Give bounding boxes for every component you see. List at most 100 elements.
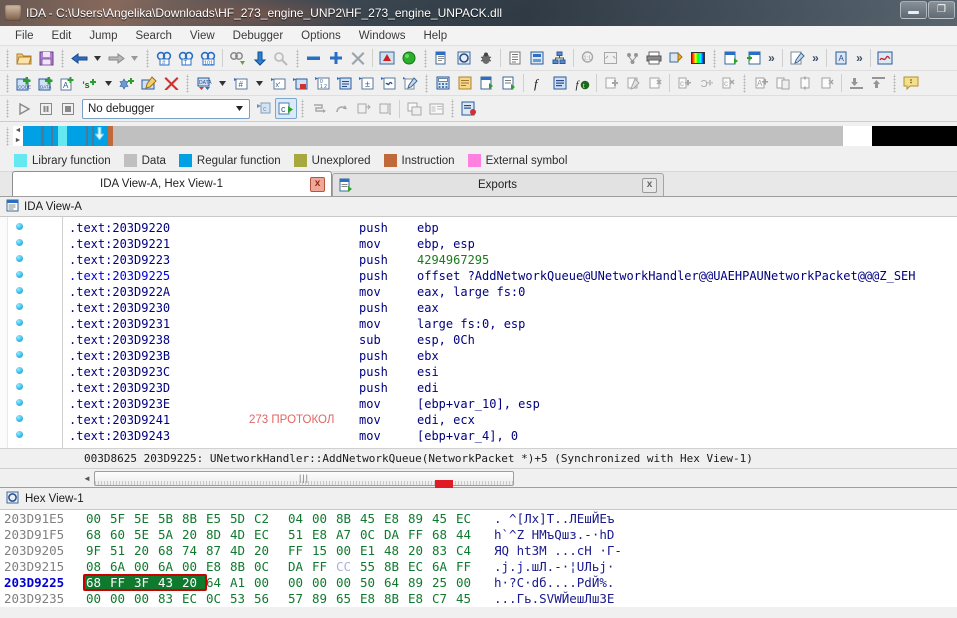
- hex-byte[interactable]: 6A: [158, 559, 182, 575]
- hex-byte[interactable]: FF: [288, 543, 312, 559]
- hex-row[interactable]: 203D91E5 00 5F 5E 5B 8B E5 5D C2 04 00 8…: [0, 511, 957, 527]
- hex-byte[interactable]: 65: [336, 591, 360, 607]
- signatures-icon[interactable]: [874, 48, 896, 69]
- debugger-select[interactable]: No debugger: [82, 98, 250, 119]
- remove-chart-icon[interactable]: c: [717, 73, 739, 94]
- navigation-band[interactable]: ◄ ►: [13, 126, 957, 146]
- step-over-icon[interactable]: [330, 98, 352, 119]
- menu-item-options[interactable]: Options: [292, 28, 350, 44]
- manual-operand-icon[interactable]: [399, 73, 421, 94]
- instruction-dot[interactable]: [16, 367, 23, 374]
- hex-byte[interactable]: 83: [432, 543, 456, 559]
- function-list-icon[interactable]: [549, 73, 571, 94]
- hex-byte[interactable]: FF: [456, 559, 480, 575]
- expand-all-icon[interactable]: [867, 73, 889, 94]
- hex-byte[interactable]: EC: [456, 511, 480, 527]
- menu-item-search[interactable]: Search: [126, 28, 180, 44]
- hex-byte[interactable]: 08: [86, 559, 110, 575]
- hex-byte[interactable]: 89: [312, 591, 336, 607]
- hex-byte[interactable]: FF: [408, 527, 432, 543]
- hex-byte[interactable]: 00: [182, 559, 206, 575]
- instruction-dot[interactable]: [16, 319, 23, 326]
- disassembly-row[interactable]: .text:203D9231 mov large fs:0, esp: [63, 316, 957, 332]
- hex-byte[interactable]: 55: [360, 559, 384, 575]
- debugger-options-icon[interactable]: [425, 98, 447, 119]
- disassembly-row-current[interactable]: .text:203D9225 push offset ?AddNetworkQu…: [63, 268, 957, 284]
- tab-ida-view-a-hex-view-1[interactable]: IDA View-A, Hex View-1 x: [12, 171, 332, 196]
- hex-byte[interactable]: EC: [182, 591, 206, 607]
- toolbar-overflow-2[interactable]: »: [808, 48, 823, 69]
- hex-byte[interactable]: 50: [360, 575, 384, 591]
- function-tool-icon[interactable]: ft: [571, 73, 593, 94]
- make-struct-icon[interactable]: [116, 73, 138, 94]
- instruction-dot[interactable]: [16, 239, 23, 246]
- add-breakpoint-icon[interactable]: [600, 73, 622, 94]
- hex-bytes[interactable]: 00 5F 5E 5B 8B E5 5D C2 04 00 8B 45 E8 8…: [86, 511, 480, 527]
- hex-byte[interactable]: 00: [288, 575, 312, 591]
- negate-icon[interactable]: [377, 73, 399, 94]
- navband-arrows[interactable]: ◄ ►: [13, 126, 23, 146]
- debug-settings-icon[interactable]: [458, 98, 480, 119]
- notepad-icon[interactable]: [454, 73, 476, 94]
- instruction-dot[interactable]: [16, 223, 23, 230]
- search-text-icon[interactable]: T: [175, 48, 197, 69]
- hex-byte[interactable]: E8: [408, 591, 432, 607]
- hex-byte[interactable]: 00: [336, 543, 360, 559]
- hex-byte[interactable]: 5E: [134, 511, 158, 527]
- hex-byte[interactable]: 00: [134, 559, 158, 575]
- options-icon[interactable]: [665, 48, 687, 69]
- disassembly-row[interactable]: .text:203D9230 push eax: [63, 300, 957, 316]
- hex-byte[interactable]: 25: [432, 575, 456, 591]
- hex-bytes[interactable]: 00 00 00 83 EC 0C 53 56 57 89 65 E8 8B E…: [86, 591, 480, 607]
- instruction-dot[interactable]: [16, 255, 23, 262]
- undefine-red-icon[interactable]: [160, 73, 182, 94]
- hex-byte[interactable]: 0C: [254, 559, 278, 575]
- toolbar-grip-views[interactable]: [423, 48, 428, 68]
- instruction-dot[interactable]: [16, 383, 23, 390]
- hex-byte[interactable]: 5F: [110, 511, 134, 527]
- sign-toggle-icon[interactable]: ±: [355, 73, 377, 94]
- hex-byte[interactable]: DA: [288, 559, 312, 575]
- disassembly-row[interactable]: .text:203D9221 mov ebp, esp: [63, 236, 957, 252]
- toolbar-grip-search[interactable]: [145, 48, 150, 68]
- hex-byte-selected[interactable]: FF: [110, 575, 134, 591]
- instruction-dot[interactable]: [16, 303, 23, 310]
- hex-bytes[interactable]: 68 60 5E 5A 20 8D 4D EC 51 E8 A7 0C DA F…: [86, 527, 480, 543]
- export-list-icon[interactable]: [498, 73, 520, 94]
- delete-breakpoint-icon[interactable]: [644, 73, 666, 94]
- open-file-icon[interactable]: [13, 48, 35, 69]
- disassembly-row[interactable]: .text:203D9238 sub esp, 0Ch: [63, 332, 957, 348]
- hex-row-current[interactable]: 203D9225 68 FF 3F 43 20 64 A1 00 00 00 0…: [0, 574, 957, 591]
- minimize-button[interactable]: [900, 1, 927, 19]
- hex-byte[interactable]: 0C: [206, 591, 230, 607]
- disassembly-row[interactable]: .text:203D9220 push ebp: [63, 220, 957, 236]
- tab-close-icon-ida-view[interactable]: x: [310, 176, 325, 192]
- hex-byte[interactable]: 5B: [158, 511, 182, 527]
- hex-byte[interactable]: 51: [288, 527, 312, 543]
- hex-byte[interactable]: E8: [312, 527, 336, 543]
- hex-byte[interactable]: 56: [254, 591, 278, 607]
- number-format-icon[interactable]: #: [230, 73, 252, 94]
- hex-row[interactable]: 203D9205 9F 51 20 68 74 87 4D 20 FF 15 0…: [0, 543, 957, 559]
- disassembly-row[interactable]: .text:203D9241 273 ПРОТОКОЛ mov edi, ecx: [63, 412, 957, 428]
- menu-item-windows[interactable]: Windows: [350, 28, 415, 44]
- tree-view-icon[interactable]: [548, 48, 570, 69]
- toolbar2-grip-3[interactable]: [424, 73, 429, 93]
- pause-button[interactable]: [35, 98, 57, 119]
- hex-byte[interactable]: 68: [432, 527, 456, 543]
- search-hex-icon[interactable]: #: [153, 48, 175, 69]
- hex-row[interactable]: 203D91F5 68 60 5E 5A 20 8D 4D EC 51 E8 A…: [0, 527, 957, 543]
- hex-byte[interactable]: 60: [110, 527, 134, 543]
- hex-byte[interactable]: 00: [336, 575, 360, 591]
- hex-byte[interactable]: 68: [86, 527, 110, 543]
- disassembly-listing[interactable]: .text:203D9220 push ebp .text:203D9221 m…: [0, 217, 957, 449]
- hex-byte[interactable]: 5D: [230, 511, 254, 527]
- calculator-icon[interactable]: [432, 73, 454, 94]
- hex-byte[interactable]: 04: [288, 511, 312, 527]
- hex-byte[interactable]: E8: [360, 591, 384, 607]
- forward-arrow-icon[interactable]: [105, 48, 127, 69]
- hex-byte[interactable]: A1: [230, 575, 254, 591]
- hint-icon[interactable]: [900, 73, 922, 94]
- hex-byte[interactable]: 53: [230, 591, 254, 607]
- debugger-windows-icon[interactable]: [403, 98, 425, 119]
